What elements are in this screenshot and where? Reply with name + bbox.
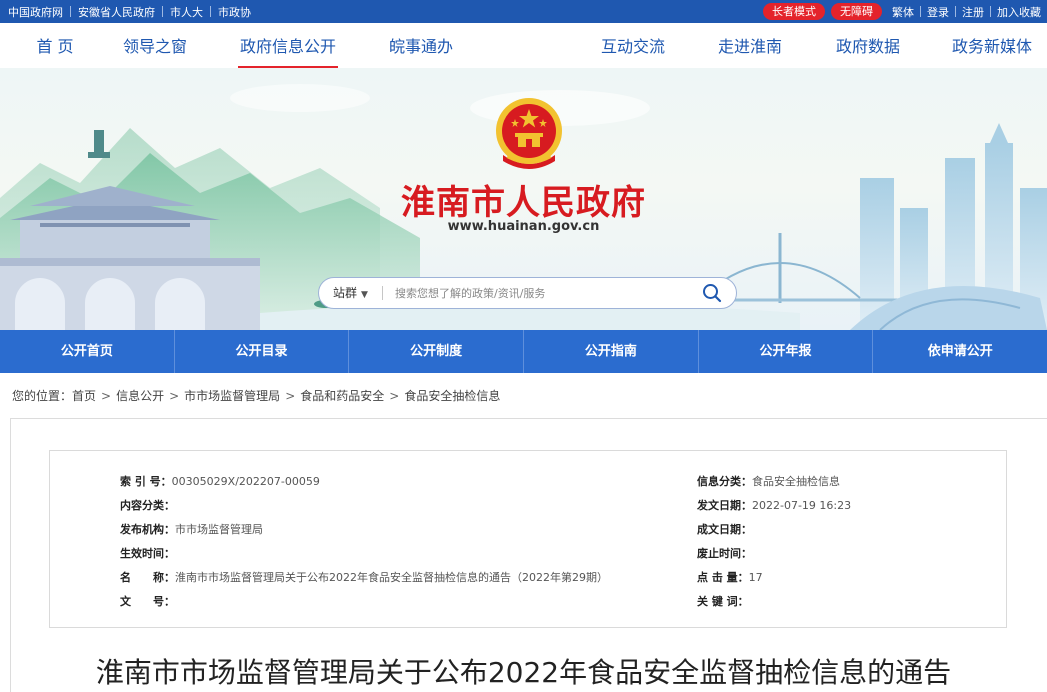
- breadcrumb-info-disclosure[interactable]: 信息公开: [116, 387, 164, 404]
- nav-interaction[interactable]: 互动交流: [597, 23, 669, 68]
- nav-wanshitong[interactable]: 皖事通办: [386, 23, 456, 68]
- top-link-gov-cn[interactable]: 中国政府网: [8, 4, 63, 20]
- search-scope-select[interactable]: 站群 ▼: [333, 278, 368, 308]
- divider: [382, 286, 383, 300]
- breadcrumb-food-drug-safety[interactable]: 食品和药品安全: [300, 387, 384, 404]
- nav-gov-info-disclosure[interactable]: 政府信息公开: [238, 23, 338, 68]
- breadcrumb-home[interactable]: 首页: [72, 387, 96, 404]
- breadcrumb-separator: >: [101, 388, 112, 403]
- subnav-disclosure-catalog[interactable]: 公开目录: [175, 330, 350, 373]
- breadcrumb-label: 您的位置：: [12, 389, 73, 403]
- subnav-apply-disclosure[interactable]: 依申请公开: [873, 330, 1047, 373]
- info-value: 市市场监督管理局: [175, 523, 263, 536]
- info-label: 生效时间：: [120, 547, 175, 560]
- info-label: 名 称：: [120, 571, 175, 584]
- subnav-disclosure-home[interactable]: 公开首页: [0, 330, 175, 373]
- info-value: 淮南市市场监督管理局关于公布2022年食品安全监督抽检信息的通告（2022年第2…: [175, 571, 608, 584]
- info-label: 发文日期：: [697, 499, 752, 512]
- nav-about-huainan[interactable]: 走进淮南: [714, 23, 786, 68]
- info-label: 关 键 词：: [697, 595, 749, 608]
- info-repeal-date: 废止时间：: [697, 545, 752, 561]
- info-label: 废止时间：: [697, 547, 752, 560]
- top-links: 中国政府网 安徽省人民政府 市人大 市政协: [8, 0, 251, 23]
- divider: [990, 6, 991, 17]
- search-bar: 站群 ▼: [318, 277, 737, 309]
- elder-mode-button[interactable]: 长者模式: [763, 3, 825, 20]
- info-value: 食品安全抽检信息: [752, 475, 840, 488]
- breadcrumb: 您的位置： 首页 > 信息公开 > 市市场监督管理局 > 食品和药品安全 > 食…: [12, 387, 500, 404]
- info-effective-date: 生效时间：: [120, 545, 175, 561]
- breadcrumb-food-inspection[interactable]: 食品安全抽检信息: [404, 387, 500, 404]
- traditional-chinese-link[interactable]: 繁体: [892, 4, 914, 20]
- info-value: 00305029X/202207-00059: [171, 475, 320, 488]
- divider: [210, 6, 211, 17]
- divider: [162, 6, 163, 17]
- top-right-tools: 长者模式 无障碍 繁体 登录 注册 加入收藏: [757, 0, 1041, 23]
- info-publisher: 发布机构：市市场监督管理局: [120, 521, 263, 537]
- site-title: 淮南市人民政府: [401, 183, 646, 223]
- info-value: 2022-07-19 16:23: [752, 499, 852, 512]
- register-link[interactable]: 注册: [962, 4, 984, 20]
- divider: [955, 6, 956, 17]
- search-input[interactable]: [395, 283, 685, 303]
- search-scope-label: 站群: [333, 286, 358, 300]
- nav-new-media[interactable]: 政务新媒体: [948, 23, 1036, 68]
- add-favorite-link[interactable]: 加入收藏: [997, 4, 1041, 20]
- info-label: 文 号：: [120, 595, 175, 608]
- nav-home[interactable]: 首 页: [28, 23, 82, 68]
- document-title: 淮南市市场监督管理局关于公布2022年食品安全监督抽检信息的通告: [95, 656, 952, 689]
- info-views: 点 击 量：17: [697, 569, 763, 585]
- info-keywords: 关 键 词：: [697, 593, 749, 609]
- info-issue-date: 发文日期：2022-07-19 16:23: [697, 497, 851, 513]
- info-label: 成文日期：: [697, 523, 752, 536]
- divider: [920, 6, 921, 17]
- subnav-annual-report[interactable]: 公开年报: [699, 330, 874, 373]
- subnav-disclosure-system[interactable]: 公开制度: [349, 330, 525, 373]
- chevron-down-icon: ▼: [361, 290, 368, 300]
- nav-leaders[interactable]: 领导之窗: [119, 23, 191, 68]
- info-classification: 信息分类：食品安全抽检信息: [697, 473, 840, 489]
- main-nav: 首 页 领导之窗 政府信息公开 皖事通办 互动交流 走进淮南 政府数据 政务新媒…: [0, 23, 1047, 68]
- subnav-disclosure-guide[interactable]: 公开指南: [524, 330, 699, 373]
- info-label: 信息分类：: [697, 475, 752, 488]
- info-label: 内容分类：: [120, 499, 175, 512]
- search-icon[interactable]: [702, 283, 722, 303]
- info-content-category: 内容分类：: [120, 497, 175, 513]
- site-url: www.huainan.gov.cn: [447, 219, 600, 234]
- info-label: 点 击 量：: [697, 571, 749, 584]
- disclosure-subnav: 公开首页 公开目录 公开制度 公开指南 公开年报 依申请公开: [0, 330, 1047, 373]
- header-banner: 淮南市人民政府 www.huainan.gov.cn 站群 ▼: [0, 68, 1047, 330]
- info-name: 名 称：淮南市市场监督管理局关于公布2022年食品安全监督抽检信息的通告（202…: [120, 569, 608, 585]
- top-utility-bar: 中国政府网 安徽省人民政府 市人大 市政协 长者模式 无障碍 繁体 登录 注册 …: [0, 0, 1047, 23]
- nav-gov-data[interactable]: 政府数据: [832, 23, 904, 68]
- top-link-city-congress[interactable]: 市人大: [170, 4, 203, 20]
- login-link[interactable]: 登录: [927, 4, 949, 20]
- breadcrumb-separator: >: [169, 388, 180, 403]
- top-link-anhui-gov[interactable]: 安徽省人民政府: [78, 4, 155, 20]
- info-value: 17: [748, 571, 763, 584]
- info-label: 发布机构：: [120, 523, 175, 536]
- breadcrumb-separator: >: [285, 388, 296, 403]
- document-info-box: 索 引 号：00305029X/202207-00059 内容分类： 发布机构：…: [49, 450, 1007, 628]
- info-document-number: 文 号：: [120, 593, 175, 609]
- info-label: 索 引 号：: [120, 475, 172, 488]
- info-written-date: 成文日期：: [697, 521, 752, 537]
- accessibility-button[interactable]: 无障碍: [831, 3, 882, 20]
- top-link-city-cppcc[interactable]: 市政协: [218, 4, 251, 20]
- breadcrumb-separator: >: [389, 388, 400, 403]
- breadcrumb-market-supervision[interactable]: 市市场监督管理局: [184, 387, 280, 404]
- info-index-number: 索 引 号：00305029X/202207-00059: [120, 473, 320, 489]
- divider: [70, 6, 71, 17]
- national-emblem-icon: [496, 98, 562, 169]
